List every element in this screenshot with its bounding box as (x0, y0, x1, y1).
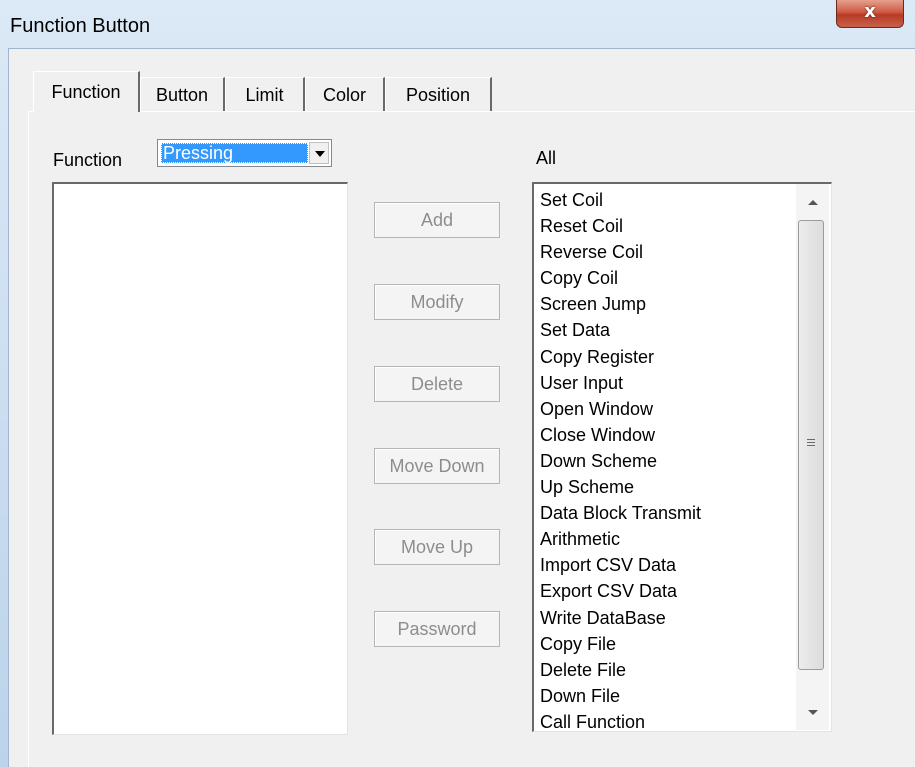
tab-function[interactable]: Function (33, 71, 140, 112)
tab-color[interactable]: Color (305, 77, 385, 111)
password-button[interactable]: Password (374, 611, 500, 647)
list-item[interactable]: Copy Coil (540, 265, 701, 291)
list-item[interactable]: Up Scheme (540, 474, 701, 500)
trigger-select-value: Pressing (161, 143, 308, 163)
move-down-button[interactable]: Move Down (374, 448, 500, 484)
window-title: Function Button (10, 15, 151, 37)
list-item[interactable]: Down File (540, 683, 701, 709)
tab-label: Color (322, 85, 366, 105)
list-item[interactable]: Write DataBase (540, 605, 701, 631)
tab-limit[interactable]: Limit (225, 77, 305, 111)
tab-label: Limit (245, 85, 284, 105)
function-button-dialog: Function Button x Function Button Limit … (0, 0, 915, 767)
trigger-select[interactable]: Pressing (157, 139, 332, 167)
tab-button[interactable]: Button (140, 77, 225, 111)
all-label: All (536, 148, 557, 168)
list-item[interactable]: Copy File (540, 631, 701, 657)
tab-label: Button (155, 85, 209, 105)
function-label: Function (53, 150, 123, 170)
delete-button[interactable]: Delete (374, 366, 500, 402)
add-button[interactable]: Add (374, 202, 500, 238)
list-item[interactable]: Screen Jump (540, 291, 701, 317)
scroll-up-arrow-icon[interactable] (796, 186, 829, 216)
vertical-scrollbar[interactable] (796, 184, 829, 730)
scroll-down-arrow-icon[interactable] (796, 700, 829, 730)
scroll-thumb[interactable] (798, 220, 824, 670)
all-functions-list[interactable]: Set Coil Reset Coil Reverse Coil Copy Co… (532, 182, 832, 732)
tab-label: Function (51, 82, 121, 102)
list-item[interactable]: Reset Coil (540, 213, 701, 239)
list-item[interactable]: Data Block Transmit (540, 500, 701, 526)
list-item[interactable]: Reverse Coil (540, 239, 701, 265)
list-item[interactable]: Set Coil (540, 187, 701, 213)
grip-icon (807, 439, 815, 448)
chevron-down-icon[interactable] (309, 142, 329, 164)
all-functions-items: Set Coil Reset Coil Reverse Coil Copy Co… (540, 187, 701, 731)
close-x-icon: x (864, 1, 876, 22)
tab-position[interactable]: Position (385, 77, 492, 111)
list-item[interactable]: Call Function (540, 709, 701, 731)
list-item[interactable]: User Input (540, 370, 701, 396)
title-bar[interactable]: Function Button x (0, 0, 915, 48)
modify-button[interactable]: Modify (374, 284, 500, 320)
move-up-button[interactable]: Move Up (374, 529, 500, 565)
list-item[interactable]: Close Window (540, 422, 701, 448)
list-item[interactable]: Down Scheme (540, 448, 701, 474)
list-item[interactable]: Arithmetic (540, 526, 701, 552)
list-item[interactable]: Export CSV Data (540, 578, 701, 604)
assigned-functions-list[interactable] (52, 182, 348, 735)
list-item[interactable]: Set Data (540, 317, 701, 343)
close-button[interactable]: x (836, 0, 904, 28)
list-item[interactable]: Open Window (540, 396, 701, 422)
list-item[interactable]: Import CSV Data (540, 552, 701, 578)
tab-label: Position (405, 85, 471, 105)
list-item[interactable]: Delete File (540, 657, 701, 683)
list-item[interactable]: Copy Register (540, 344, 701, 370)
